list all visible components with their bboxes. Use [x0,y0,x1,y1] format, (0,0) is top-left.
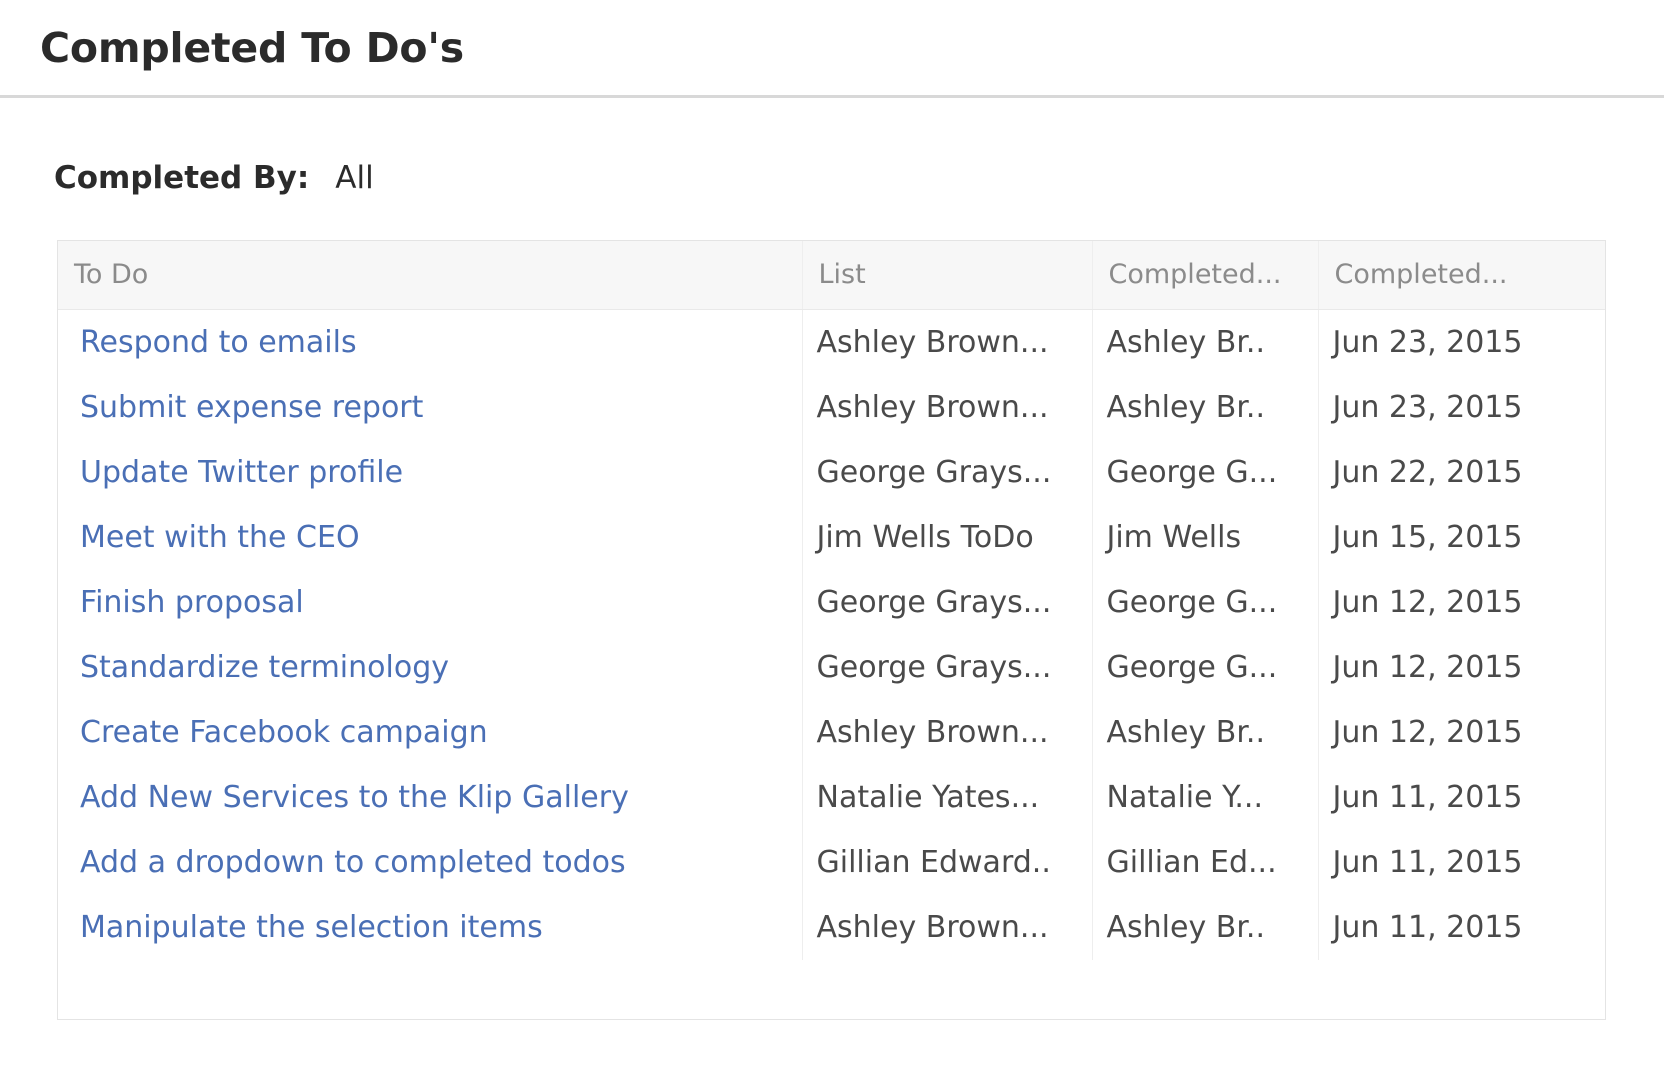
table-row[interactable]: Submit expense report Ashley Brown...Ashl… [58,375,1606,440]
cell-todo: Add New Services to the Klip Gallery [58,765,802,830]
column-header-todo[interactable]: To Do [58,241,802,309]
cell-todo: Create Facebook campaign [58,700,802,765]
cell-list: Jim Wells ToDo [802,505,1092,570]
cell-completed-on: Jun 12, 2015 [1318,700,1606,765]
todo-link[interactable]: Manipulate the selection items [80,910,543,945]
page-title: Completed To Do's [40,24,464,72]
table-body: Respond to emailsAshley Brown...Ashley B… [58,309,1606,960]
cell-completed-by: Ashley Br.. [1092,895,1318,960]
cell-completed-by: George G... [1092,635,1318,700]
table-header-row: To Do List Completed... Completed... [58,241,1606,309]
cell-list: Ashley Brown... [802,700,1092,765]
cell-completed-on: Jun 11, 2015 [1318,895,1606,960]
cell-todo: Add a dropdown to completed todos [58,830,802,895]
cell-completed-by: Ashley Br.. [1092,309,1318,375]
table-row[interactable]: Manipulate the selection items Ashley Bro… [58,895,1606,960]
todo-link[interactable]: Add New Services to the Klip Gallery [80,780,629,815]
table-row[interactable]: Respond to emails Ashley Brown...Ashley B… [58,309,1606,375]
cell-completed-on: Jun 11, 2015 [1318,830,1606,895]
cell-todo: Finish proposal [58,570,802,635]
cell-list: Natalie Yates... [802,765,1092,830]
cell-list: George Grays... [802,635,1092,700]
cell-completed-on: Jun 11, 2015 [1318,765,1606,830]
table-row[interactable]: Finish proposal George Grays...George G..… [58,570,1606,635]
todo-link[interactable]: Submit expense report [80,390,423,425]
cell-todo: Respond to emails [58,309,802,375]
cell-todo: Standardize terminology [58,635,802,700]
table-header: To Do List Completed... Completed... [58,241,1606,309]
cell-completed-on: Jun 12, 2015 [1318,570,1606,635]
cell-completed-by: Ashley Br.. [1092,375,1318,440]
cell-list: Gillian Edward.. [802,830,1092,895]
cell-completed-by: Natalie Y... [1092,765,1318,830]
cell-list: George Grays... [802,570,1092,635]
cell-completed-by: Ashley Br.. [1092,700,1318,765]
cell-completed-by: Jim Wells [1092,505,1318,570]
completed-todos-table: To Do List Completed... Completed... Res… [58,241,1606,960]
todo-link[interactable]: Create Facebook campaign [80,715,488,750]
todo-link[interactable]: Update Twitter profile [80,455,403,490]
cell-todo: Submit expense report [58,375,802,440]
table-row[interactable]: Add New Services to the Klip Gallery Nata… [58,765,1606,830]
todo-link[interactable]: Add a dropdown to completed todos [80,845,626,880]
column-header-completed-on[interactable]: Completed... [1318,241,1606,309]
table-row[interactable]: Update Twitter profile George Grays...Geo… [58,440,1606,505]
table-row[interactable]: Add a dropdown to completed todos Gillian… [58,830,1606,895]
cell-todo: Update Twitter profile [58,440,802,505]
completed-by-filter: Completed By: All [0,98,1664,208]
cell-completed-by: Gillian Ed... [1092,830,1318,895]
completed-by-label: Completed By: [54,160,309,196]
todo-link[interactable]: Finish proposal [80,585,304,620]
column-header-completed-by[interactable]: Completed... [1092,241,1318,309]
panel-header: Completed To Do's [0,0,1664,98]
cell-completed-by: George G... [1092,440,1318,505]
cell-completed-on: Jun 23, 2015 [1318,309,1606,375]
cell-completed-on: Jun 23, 2015 [1318,375,1606,440]
cell-list: George Grays... [802,440,1092,505]
cell-completed-on: Jun 12, 2015 [1318,635,1606,700]
todo-link[interactable]: Respond to emails [80,325,357,360]
todo-link[interactable]: Meet with the CEO [80,520,360,555]
cell-completed-on: Jun 15, 2015 [1318,505,1606,570]
completed-by-value-dropdown[interactable]: All [335,160,373,196]
completed-todos-panel: Completed To Do's Completed By: All To D… [0,0,1664,1080]
table-row[interactable]: Standardize terminology George Grays...Ge… [58,635,1606,700]
table-row[interactable]: Create Facebook campaign Ashley Brown...A… [58,700,1606,765]
cell-todo: Meet with the CEO [58,505,802,570]
todo-link[interactable]: Standardize terminology [80,650,449,685]
table-row[interactable]: Meet with the CEO Jim Wells ToDoJim Wells… [58,505,1606,570]
cell-list: Ashley Brown... [802,895,1092,960]
column-header-list[interactable]: List [802,241,1092,309]
cell-completed-on: Jun 22, 2015 [1318,440,1606,505]
cell-list: Ashley Brown... [802,375,1092,440]
cell-todo: Manipulate the selection items [58,895,802,960]
cell-completed-by: George G... [1092,570,1318,635]
cell-list: Ashley Brown... [802,309,1092,375]
completed-todos-table-container: To Do List Completed... Completed... Res… [57,240,1606,1020]
